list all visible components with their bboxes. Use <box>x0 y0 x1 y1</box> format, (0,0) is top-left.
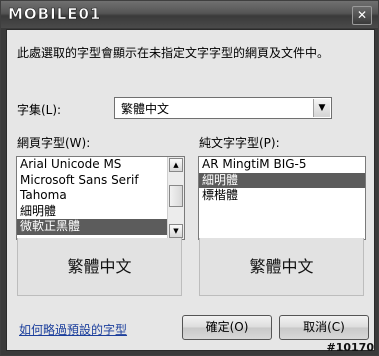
scroll-down-icon[interactable]: ▼ <box>169 224 183 238</box>
web-font-label: 網頁字型(W): <box>17 136 91 150</box>
svg-text:MOBILE01: MOBILE01 <box>8 5 101 23</box>
web-font-item[interactable]: 微軟正黑體 <box>17 219 167 235</box>
help-link[interactable]: 如何略過預設的字型 <box>19 321 127 338</box>
charset-select[interactable]: 繁體中文 ▼ <box>114 97 332 119</box>
plain-font-label: 純文字字型(P): <box>199 136 280 150</box>
web-font-item[interactable]: Tahoma <box>17 188 167 204</box>
description-text: 此處選取的字型會顯示在未指定文字字型的網頁及文件中。 <box>17 46 330 60</box>
close-button[interactable]: ✕ <box>352 6 372 25</box>
web-font-scrollbar[interactable]: ▲ ▼ <box>167 157 184 239</box>
font-dialog-window: MOBILE01 ✕ 此處選取的字型會顯示在未指定文字字型的網頁及文件中。 字集… <box>0 0 379 356</box>
plain-font-item[interactable]: 細明體 <box>199 172 365 188</box>
web-font-item[interactable]: Microsoft Sans Serif <box>17 173 167 189</box>
plain-font-listbox[interactable]: AR MingtiM BIG-5 細明體 標楷體 <box>198 156 366 240</box>
charset-value: 繁體中文 <box>121 102 170 116</box>
mobile01-logo: MOBILE01 <box>8 5 101 24</box>
scroll-thumb[interactable] <box>169 185 183 207</box>
chevron-down-icon[interactable]: ▼ <box>313 99 330 117</box>
web-font-preview: 繁體中文 <box>17 238 182 296</box>
web-font-item[interactable]: Arial Unicode MS <box>17 157 167 173</box>
ok-button[interactable]: 確定(O) <box>182 315 272 340</box>
watermark: #10170 <box>326 341 375 354</box>
web-font-item[interactable]: 細明體 <box>17 204 167 220</box>
plain-font-item[interactable]: 標楷體 <box>199 188 365 204</box>
web-font-listbox[interactable]: Arial Unicode MS Microsoft Sans Serif Taho… <box>16 156 185 240</box>
dialog-body: 此處選取的字型會顯示在未指定文字字型的網頁及文件中。 字集(L): 繁體中文 ▼… <box>6 29 375 351</box>
title-bar: MOBILE01 ✕ <box>1 1 378 28</box>
charset-label: 字集(L): <box>17 103 62 117</box>
plain-font-item[interactable]: AR MingtiM BIG-5 <box>199 157 365 173</box>
plain-font-preview: 繁體中文 <box>199 238 364 296</box>
scroll-up-icon[interactable]: ▲ <box>169 158 183 172</box>
close-icon: ✕ <box>356 8 368 22</box>
cancel-button[interactable]: 取消(C) <box>279 315 369 340</box>
